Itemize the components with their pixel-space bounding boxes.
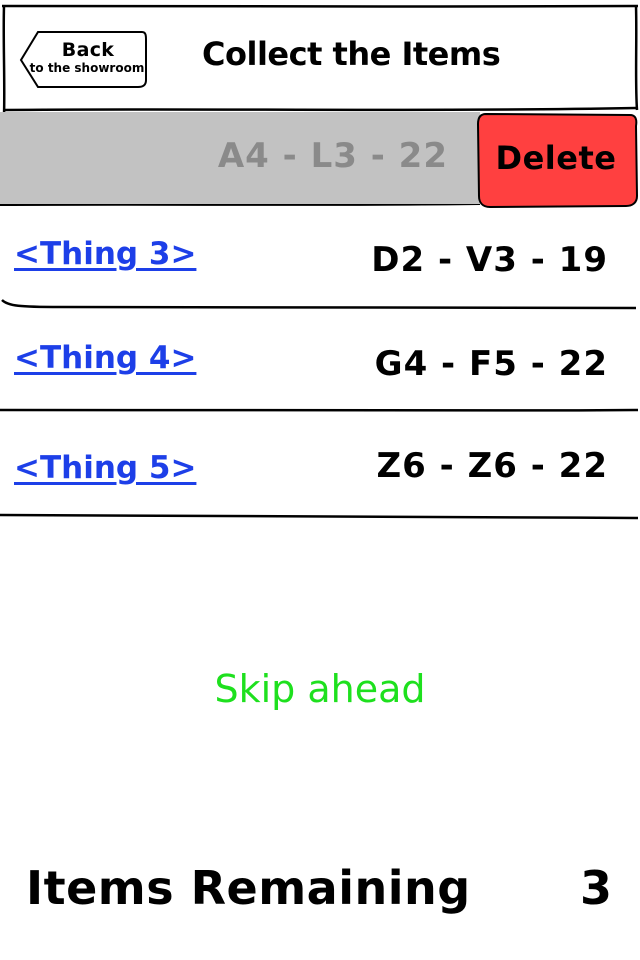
item-link[interactable]: <Thing 5> [14, 448, 196, 488]
delete-button-label: Delete [495, 139, 617, 177]
back-button[interactable]: Back to the showroom [18, 30, 147, 88]
items-remaining-label: Items Remaining [26, 861, 471, 915]
items-remaining-count: 3 [579, 861, 612, 915]
item-code: Z6 - Z6 - 22 [376, 446, 608, 486]
item-code: D2 - V3 - 19 [371, 240, 608, 280]
item-link[interactable]: <Thing 4> [14, 338, 196, 378]
page-title: Collect the Items [202, 35, 501, 73]
back-button-label: Back [61, 39, 115, 61]
list-item[interactable]: <Thing 5> Z6 - Z6 - 22 [0, 412, 640, 516]
skip-ahead-link[interactable]: Skip ahead [0, 664, 640, 714]
swiped-list-item[interactable]: A4 - L3 - 22 Delete [0, 112, 640, 209]
item-code: G4 - F5 - 22 [374, 344, 608, 384]
separator-1 [0, 203, 481, 206]
back-button-sublabel: to the showroom [29, 61, 145, 75]
swiped-row-code: A4 - L3 - 22 [217, 136, 448, 176]
delete-button[interactable]: Delete [476, 112, 638, 209]
list-item[interactable]: <Thing 3> D2 - V3 - 19 [0, 206, 640, 310]
item-link[interactable]: <Thing 3> [14, 234, 196, 274]
header: Back to the showroom Collect the Items [0, 0, 640, 112]
list-item[interactable]: <Thing 4> G4 - F5 - 22 [0, 308, 640, 412]
screen: Back to the showroom Collect the Items A… [0, 0, 640, 960]
